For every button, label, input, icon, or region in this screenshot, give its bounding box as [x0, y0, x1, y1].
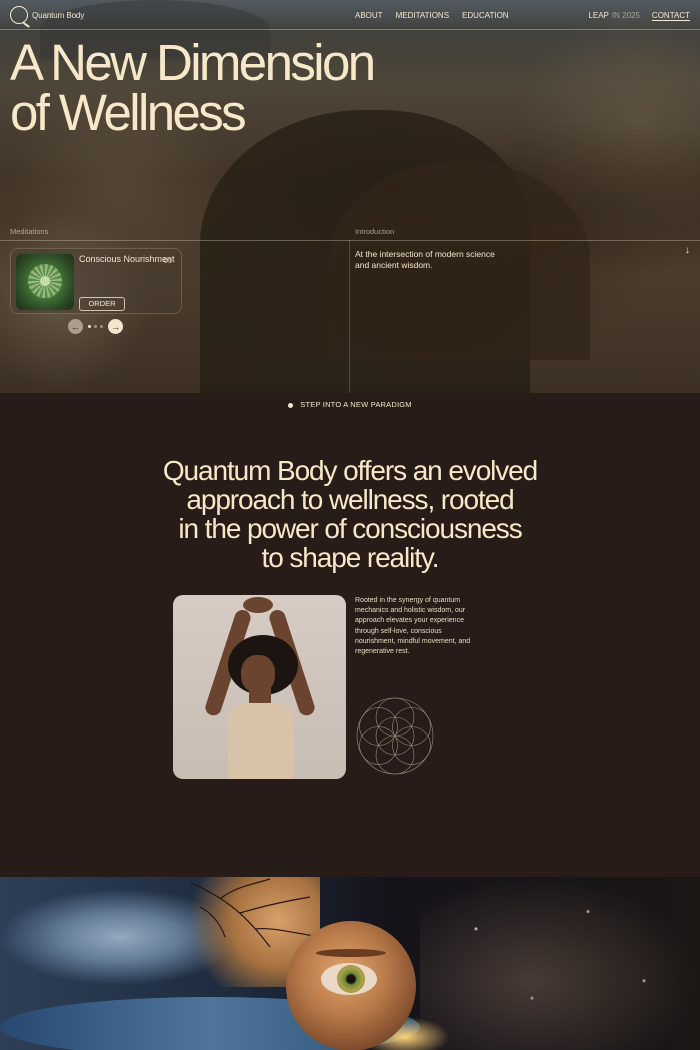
eyebrow-text: STEP INTO A NEW PARADIGM: [300, 400, 412, 409]
logo-icon: [10, 6, 28, 24]
arrow-down-icon[interactable]: ↓: [685, 245, 690, 256]
cosmic-artwork: [0, 877, 700, 1050]
hero-divider: [0, 240, 700, 241]
order-button[interactable]: ORDER: [79, 297, 125, 311]
carousel-dot[interactable]: [94, 325, 97, 328]
nav-link-leap[interactable]: LEAP IN 2025: [588, 11, 640, 20]
nav-links: ABOUT MEDITATIONS EDUCATION: [355, 11, 509, 20]
hero-headline: A New Dimension of Wellness: [10, 37, 376, 141]
succulent-image: [16, 254, 74, 310]
carousel-dots: [88, 325, 103, 328]
hero-column-divider: [349, 240, 350, 393]
top-nav: Quantum Body ABOUT MEDITATIONS EDUCATION…: [0, 0, 700, 30]
headline-line-1: A New Dimension: [10, 34, 376, 91]
nav-link-education[interactable]: EDUCATION: [462, 11, 509, 20]
nav-link-about[interactable]: ABOUT: [355, 11, 383, 20]
eye-iris: [337, 965, 365, 993]
carousel-dot[interactable]: [88, 325, 91, 328]
introduction-label: Introduction: [355, 227, 395, 236]
leap-sub-label: IN 2025: [611, 11, 640, 20]
leap-label: LEAP: [588, 11, 609, 20]
introduction-text: At the intersection of modern science an…: [355, 249, 495, 270]
statement-line-3: in the power of consciousness: [178, 513, 522, 544]
bullet-icon: [288, 402, 294, 408]
card-number: 01: [163, 256, 172, 265]
starfield: [420, 877, 700, 1050]
meditation-card[interactable]: Conscious Nourishment 01 ORDER: [10, 248, 182, 314]
next-arrow-icon[interactable]: →: [108, 319, 123, 334]
flower-of-life-icon: [356, 697, 434, 775]
prev-arrow-icon[interactable]: ←: [68, 319, 83, 334]
brand-name: Quantum Body: [32, 10, 85, 20]
approach-description: Rooted in the synergy of quantum mechani…: [355, 597, 471, 656]
eye-orb: [286, 921, 416, 1050]
hero-section: Quantum Body ABOUT MEDITATIONS EDUCATION…: [0, 0, 700, 393]
logo[interactable]: Quantum Body: [10, 6, 84, 24]
figure-hands: [243, 597, 273, 613]
headline-line-2: of Wellness: [10, 84, 247, 141]
woman-photo: [173, 595, 346, 779]
carousel-controls: ← →: [68, 319, 123, 334]
statement-line-1: Quantum Body offers an evolved: [162, 455, 538, 486]
statement-line-2: approach to wellness, rooted: [186, 484, 514, 515]
eyebrow: [316, 949, 386, 957]
nav-link-contact[interactable]: CONTACT: [652, 11, 690, 20]
card-title: Conscious Nourishment: [79, 254, 175, 264]
figure-top: [228, 703, 294, 779]
mission-statement: Quantum Body offers an evolved approach …: [0, 456, 700, 572]
carousel-dot[interactable]: [100, 325, 103, 328]
nav-right: LEAP IN 2025 CONTACT: [588, 11, 690, 20]
section-eyebrow: STEP INTO A NEW PARADIGM: [0, 400, 700, 409]
meditations-label: Meditations: [10, 227, 49, 236]
statement-line-4: to shape reality.: [261, 542, 440, 573]
nav-link-meditations[interactable]: MEDITATIONS: [396, 11, 449, 20]
